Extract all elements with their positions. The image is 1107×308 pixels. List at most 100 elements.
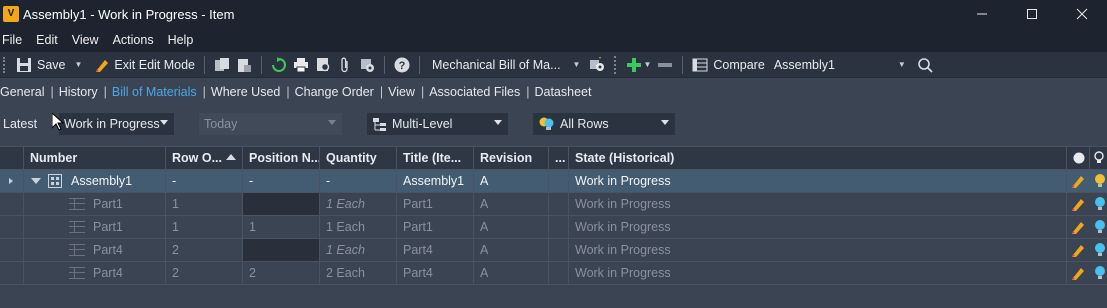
collapse-toggle-icon[interactable] bbox=[31, 178, 41, 184]
maximize-button[interactable] bbox=[1007, 0, 1057, 28]
column-header-quantity[interactable]: Quantity bbox=[320, 147, 397, 170]
close-button[interactable] bbox=[1057, 0, 1107, 28]
cell-state[interactable]: Work in Progress bbox=[569, 216, 1067, 238]
level-dropdown[interactable]: Multi-Level bbox=[367, 113, 508, 135]
bom-settings-button[interactable] bbox=[586, 54, 608, 76]
cell-position[interactable]: 2 bbox=[243, 262, 320, 284]
print-button[interactable] bbox=[290, 54, 312, 76]
cell-state[interactable]: Work in Progress bbox=[569, 262, 1067, 284]
cell-number[interactable]: Part4 bbox=[88, 239, 166, 261]
tab-view[interactable]: View bbox=[388, 85, 421, 99]
cell-quantity[interactable]: 1 Each bbox=[320, 193, 397, 215]
row-selector[interactable] bbox=[0, 239, 24, 261]
cell-number[interactable]: Assembly1 bbox=[64, 170, 166, 192]
cell-number[interactable]: Part1 bbox=[88, 216, 166, 238]
cell-more[interactable] bbox=[549, 239, 569, 261]
cell-revision[interactable]: A bbox=[474, 193, 549, 215]
print-settings-button[interactable] bbox=[356, 54, 378, 76]
cell-title[interactable]: Part4 bbox=[397, 239, 474, 261]
column-header-position-number[interactable]: Position N... bbox=[243, 147, 320, 170]
cell-position[interactable]: - bbox=[243, 170, 320, 192]
column-header-state[interactable]: State (Historical) bbox=[569, 147, 1067, 170]
tab-change-order[interactable]: Change Order bbox=[295, 85, 380, 99]
cell-revision[interactable]: A bbox=[474, 216, 549, 238]
cell-title[interactable]: Assembly1 bbox=[397, 170, 474, 192]
compare-button[interactable]: Compare bbox=[689, 54, 767, 76]
column-header-title[interactable]: Title (Ite... bbox=[397, 147, 474, 170]
menu-view[interactable]: View bbox=[70, 33, 107, 47]
row-selector[interactable] bbox=[0, 216, 24, 238]
edit-icon[interactable] bbox=[1070, 242, 1086, 258]
column-header-status[interactable] bbox=[1067, 147, 1090, 170]
cell-more[interactable] bbox=[549, 170, 569, 192]
tab-general[interactable]: General bbox=[0, 85, 50, 99]
attach-button[interactable] bbox=[334, 54, 356, 76]
edit-icon[interactable] bbox=[1070, 196, 1086, 212]
add-button[interactable]: ▼ bbox=[623, 54, 654, 76]
cell-quantity[interactable]: 1 Each bbox=[320, 239, 397, 261]
menu-edit[interactable]: Edit bbox=[34, 33, 66, 47]
tab-where-used[interactable]: Where Used bbox=[211, 85, 286, 99]
edit-icon[interactable] bbox=[1070, 219, 1086, 235]
save-button[interactable]: Save ▼ bbox=[13, 54, 85, 76]
cell-row-order[interactable]: 2 bbox=[166, 239, 243, 261]
remove-button[interactable] bbox=[654, 54, 676, 76]
cell-position[interactable] bbox=[243, 239, 320, 261]
table-row[interactable]: Assembly1 - - - Assembly1 A Work in Prog… bbox=[0, 170, 1107, 193]
cell-title[interactable]: Part4 bbox=[397, 262, 474, 284]
tab-history[interactable]: History bbox=[59, 85, 104, 99]
edit-icon[interactable] bbox=[1070, 265, 1086, 281]
toolbar-grip[interactable] bbox=[3, 56, 7, 73]
copy-button[interactable] bbox=[211, 54, 233, 76]
cell-quantity[interactable]: 1 Each bbox=[320, 216, 397, 238]
cell-state[interactable]: Work in Progress bbox=[569, 193, 1067, 215]
refresh-button[interactable] bbox=[268, 54, 290, 76]
cell-more[interactable] bbox=[549, 262, 569, 284]
cell-position[interactable] bbox=[243, 193, 320, 215]
cell-row-order[interactable]: 1 bbox=[166, 193, 243, 215]
column-header-lightbulb[interactable] bbox=[1090, 147, 1107, 170]
cell-state[interactable]: Work in Progress bbox=[569, 239, 1067, 261]
help-button[interactable]: ? bbox=[391, 54, 413, 76]
tab-datasheet[interactable]: Datasheet bbox=[534, 85, 597, 99]
bom-view-dropdown[interactable]: Mechanical Bill of Ma... ▼ bbox=[426, 54, 586, 76]
table-row[interactable]: Part1 1 1 1 Each Part1 A Work in Progres… bbox=[0, 216, 1107, 239]
tab-bill-of-materials[interactable]: Bill of Materials bbox=[112, 85, 203, 99]
cell-row-order[interactable]: 2 bbox=[166, 262, 243, 284]
save-dropdown-icon[interactable]: ▼ bbox=[75, 60, 83, 69]
column-header-revision[interactable]: Revision bbox=[474, 147, 549, 170]
compare-target-dropdown[interactable]: Assembly1 ▼ bbox=[768, 54, 914, 76]
print-preview-button[interactable] bbox=[312, 54, 334, 76]
cell-row-order[interactable]: 1 bbox=[166, 216, 243, 238]
cell-row-order[interactable]: - bbox=[166, 170, 243, 192]
cell-state[interactable]: Work in Progress bbox=[569, 170, 1067, 192]
add-dropdown-icon[interactable]: ▼ bbox=[643, 60, 651, 69]
column-header-number[interactable]: Number bbox=[24, 147, 166, 170]
row-selector[interactable] bbox=[0, 170, 24, 192]
column-header-more[interactable]: ... bbox=[549, 147, 569, 170]
table-row[interactable]: Part4 2 1 Each Part4 A Work in Progress bbox=[0, 239, 1107, 262]
table-row[interactable]: Part1 1 1 Each Part1 A Work in Progress bbox=[0, 193, 1107, 216]
rows-dropdown[interactable]: All Rows bbox=[533, 113, 675, 135]
menu-actions[interactable]: Actions bbox=[111, 33, 162, 47]
menu-help[interactable]: Help bbox=[166, 33, 202, 47]
tab-associated-files[interactable]: Associated Files bbox=[429, 85, 526, 99]
column-header-row-order[interactable]: Row O... bbox=[166, 147, 243, 170]
cell-revision[interactable]: A bbox=[474, 170, 549, 192]
cell-position[interactable]: 1 bbox=[243, 216, 320, 238]
cell-revision[interactable]: A bbox=[474, 239, 549, 261]
cell-more[interactable] bbox=[549, 193, 569, 215]
exit-edit-mode-button[interactable]: Exit Edit Mode bbox=[91, 54, 198, 76]
edit-icon[interactable] bbox=[1070, 173, 1086, 189]
row-selector[interactable] bbox=[0, 262, 24, 284]
menu-file[interactable]: File bbox=[0, 33, 30, 47]
search-button[interactable] bbox=[914, 54, 936, 76]
cell-revision[interactable]: A bbox=[474, 262, 549, 284]
cell-more[interactable] bbox=[549, 216, 569, 238]
cell-number[interactable]: Part1 bbox=[88, 193, 166, 215]
cell-title[interactable]: Part1 bbox=[397, 193, 474, 215]
paste-button[interactable] bbox=[233, 54, 255, 76]
cell-quantity[interactable]: 2 Each bbox=[320, 262, 397, 284]
cell-number[interactable]: Part4 bbox=[88, 262, 166, 284]
version-dropdown[interactable]: Work in Progress bbox=[59, 113, 174, 135]
